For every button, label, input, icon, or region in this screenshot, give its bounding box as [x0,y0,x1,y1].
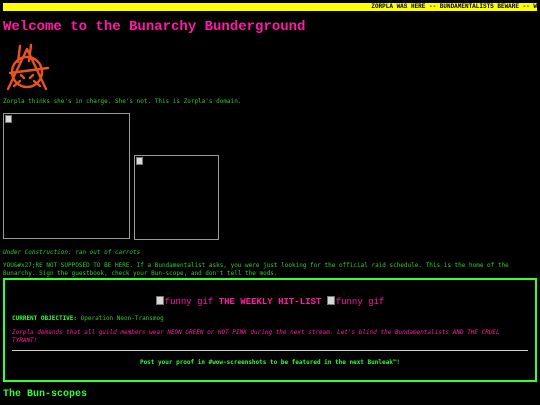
funny-gif-alt: funny gif [164,297,214,307]
current-objective: CURRENT OBJECTIVE: Operation Neon-Transm… [12,315,164,322]
funny-gif-image: funny gif [326,296,385,307]
tagline: Zorpla thinks she's in charge. She's not… [3,98,242,105]
broken-image-icon [155,296,164,305]
objective-label: CURRENT OBJECTIVE: [12,315,78,322]
objective-description: Zorpla demands that all guild members we… [12,329,500,344]
funny-gif-alt: funny gif [335,297,385,307]
hit-list-heading: funny gif THE WEEKLY HIT-LIST funny gif [5,296,535,307]
broken-image-icon [326,296,335,305]
objective-value: Operation Neon-Transmog [80,315,164,322]
broken-image-small [134,155,219,240]
hit-list-box: funny gif THE WEEKLY HIT-LIST funny gif … [3,278,537,382]
broken-image-icon [136,157,143,165]
broken-image-icon [5,115,12,123]
page-title: Welcome to the Bunarchy Bunderground [3,19,306,35]
anarchy-bunny-logo [6,43,50,91]
proof-instructions: Post your proof in #wow-screenshots to b… [139,359,401,366]
bun-scopes-heading: The Bun-scopes [3,389,88,400]
marquee-banner: ZORPLA WAS HERE -- BUNDAMENTALISTS BEWAR… [3,3,537,11]
under-construction-note: Under Construction: ran out of carrots [3,249,141,256]
funny-gif-image: funny gif [155,296,214,307]
intro-notice: YOU&#x27;RE NOT SUPPOSED TO BE HERE. If … [3,262,509,277]
broken-image-large [3,113,130,239]
hit-list-title: THE WEEKLY HIT-LIST [218,297,322,307]
divider [12,350,528,351]
marquee-text: ZORPLA WAS HERE -- BUNDAMENTALISTS BEWAR… [371,3,537,10]
